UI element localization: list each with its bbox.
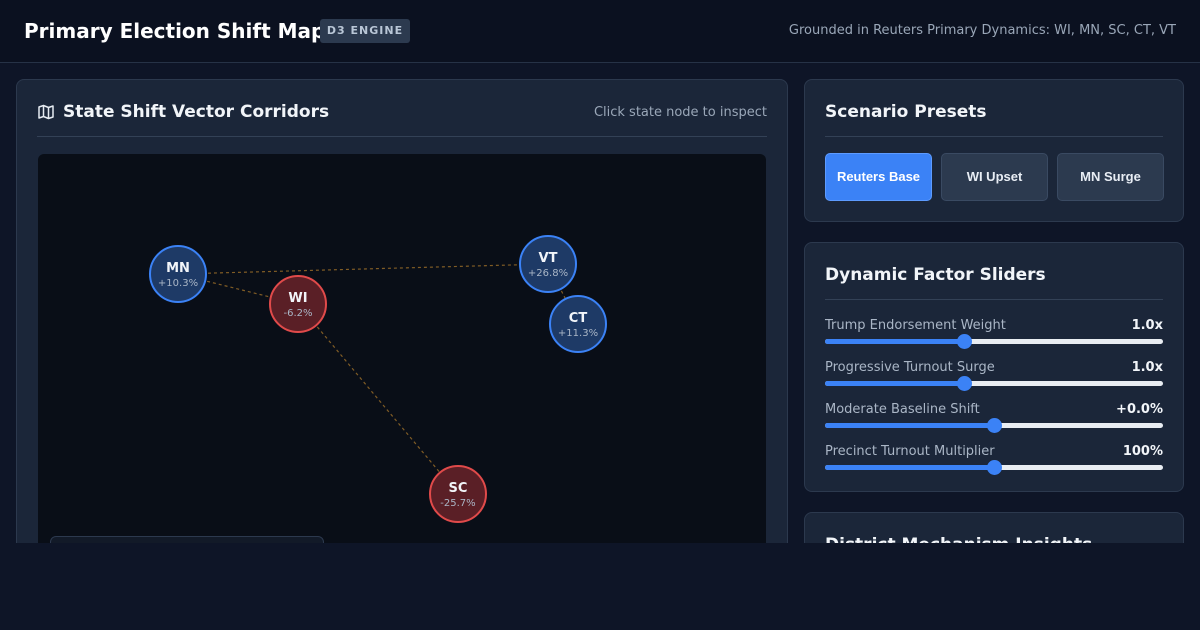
slider-thumb[interactable] xyxy=(956,334,972,349)
map-divider xyxy=(37,136,767,137)
slider-thumb[interactable] xyxy=(987,460,1002,475)
slider-track[interactable] xyxy=(825,376,1163,391)
state-shift-label: +26.8% xyxy=(528,268,568,279)
sliders-title: Dynamic Factor Sliders xyxy=(825,265,1046,285)
state-code-label: SC xyxy=(449,481,468,496)
state-node-ct[interactable]: CT +11.3% xyxy=(549,295,607,353)
slider-value: 1.0x xyxy=(1131,360,1163,375)
slider-value: +0.0% xyxy=(1116,402,1163,417)
state-code-label: CT xyxy=(569,311,588,326)
slider-fill xyxy=(825,381,964,386)
slider-fill xyxy=(825,339,964,344)
map-panel: State Shift Vector Corridors Click state… xyxy=(16,79,788,543)
app-header: Primary Election Shift Map D3 ENGINE Gro… xyxy=(0,0,1200,63)
state-shift-label: -25.7% xyxy=(440,498,475,509)
slider-trump-endorsement: Trump Endorsement Weight 1.0x xyxy=(825,318,1163,349)
map-panel-header: State Shift Vector Corridors xyxy=(37,102,329,122)
state-node-vt[interactable]: VT +26.8% xyxy=(519,235,577,293)
corridor-map[interactable]: MN +10.3% WI -6.2% VT +26.8% CT +11.3% SC -25.7% xyxy=(38,154,766,543)
state-shift-label: -6.2% xyxy=(283,308,312,319)
corridor-wi-sc xyxy=(297,303,459,495)
slider-value: 1.0x xyxy=(1131,318,1163,333)
state-node-mn[interactable]: MN +10.3% xyxy=(149,245,207,303)
map-hint: Click state node to inspect xyxy=(593,105,767,120)
page-footer-area xyxy=(0,543,1200,630)
map-canvas[interactable]: MN +10.3% WI -6.2% VT +26.8% CT +11.3% SC -25.7% xyxy=(38,154,766,543)
slider-fill xyxy=(825,465,994,470)
slider-value: 100% xyxy=(1122,444,1163,459)
presets-title: Scenario Presets xyxy=(825,102,987,122)
insights-panel: District Mechanism Insights xyxy=(804,512,1184,543)
preset-mn-surge-button[interactable]: MN Surge xyxy=(1057,153,1164,201)
presets-panel: Scenario Presets Reuters Base WI Upset M… xyxy=(804,79,1184,222)
slider-fill xyxy=(825,423,994,428)
slider-thumb[interactable] xyxy=(956,376,972,391)
state-code-label: WI xyxy=(288,291,307,306)
state-node-sc[interactable]: SC -25.7% xyxy=(429,465,487,523)
slider-moderate-baseline: Moderate Baseline Shift +0.0% xyxy=(825,402,1163,433)
state-code-label: VT xyxy=(539,251,558,266)
main-content: State Shift Vector Corridors Click state… xyxy=(0,63,1200,543)
state-shift-label: +10.3% xyxy=(158,278,198,289)
insights-title: District Mechanism Insights xyxy=(825,535,1092,543)
app-title: Primary Election Shift Map xyxy=(24,19,326,43)
state-shift-label: +11.3% xyxy=(558,328,598,339)
sliders-panel: Dynamic Factor Sliders Trump Endorsement… xyxy=(804,242,1184,492)
presets-divider xyxy=(825,136,1163,137)
map-legend xyxy=(50,536,324,543)
slider-label: Trump Endorsement Weight xyxy=(825,318,1006,333)
engine-badge: D3 ENGINE xyxy=(320,19,410,43)
slider-label: Progressive Turnout Surge xyxy=(825,360,995,375)
slider-label: Precinct Turnout Multiplier xyxy=(825,444,995,459)
state-code-label: MN xyxy=(166,261,190,276)
corridor-mn-vt xyxy=(177,263,549,275)
slider-track[interactable] xyxy=(825,334,1163,349)
slider-track[interactable] xyxy=(825,418,1163,433)
sliders-divider xyxy=(825,299,1163,300)
slider-label: Moderate Baseline Shift xyxy=(825,402,980,417)
map-icon xyxy=(37,103,55,121)
state-node-wi[interactable]: WI -6.2% xyxy=(269,275,327,333)
preset-wi-upset-button[interactable]: WI Upset xyxy=(941,153,1048,201)
slider-track[interactable] xyxy=(825,460,1163,475)
slider-precinct-turnout: Precinct Turnout Multiplier 100% xyxy=(825,444,1163,475)
map-panel-title: State Shift Vector Corridors xyxy=(63,102,330,122)
preset-reuters-base-button[interactable]: Reuters Base xyxy=(825,153,932,201)
slider-thumb[interactable] xyxy=(987,418,1002,433)
slider-progressive-turnout: Progressive Turnout Surge 1.0x xyxy=(825,360,1163,391)
header-subtitle: Grounded in Reuters Primary Dynamics: WI… xyxy=(788,23,1176,38)
